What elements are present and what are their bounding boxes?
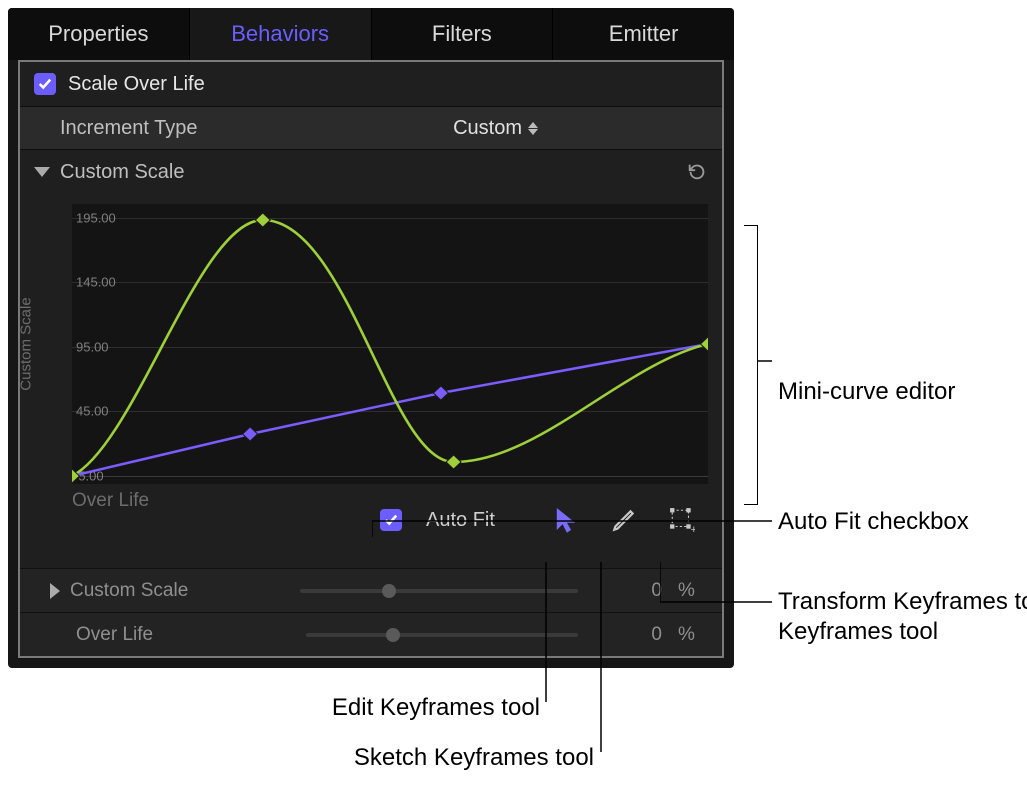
curve-canvas[interactable] <box>72 204 708 484</box>
annotation-transform: Transform Keyframes tool <box>778 588 1027 616</box>
param-value[interactable]: 0 <box>608 580 668 602</box>
reset-icon[interactable] <box>686 161 708 183</box>
param-value[interactable]: 0 <box>608 624 668 646</box>
behavior-title: Scale Over Life <box>68 73 205 96</box>
custom-scale-disclosure-row: Custom Scale <box>20 150 722 194</box>
tab-properties[interactable]: Properties <box>8 8 190 60</box>
disclosure-triangle-icon[interactable] <box>50 583 60 599</box>
annotation-edit: Edit Keyframes tool <box>320 694 540 722</box>
content-area: Scale Over Life Increment Type Custom Cu… <box>18 60 724 658</box>
param-over-life-row: Over Life 0 % <box>20 612 722 656</box>
param-label: Over Life <box>76 624 276 646</box>
increment-type-label: Increment Type <box>60 117 453 140</box>
param-slider[interactable] <box>300 589 578 593</box>
tab-bar: Properties Behaviors Filters Emitter <box>8 8 734 60</box>
tab-filters[interactable]: Filters <box>372 8 554 60</box>
param-slider[interactable] <box>306 633 578 637</box>
annotation-transform-line2: Keyframes tool <box>778 618 938 646</box>
increment-type-value: Custom <box>453 117 522 140</box>
param-custom-scale-row: Custom Scale 0 % <box>20 568 722 612</box>
tab-behaviors[interactable]: Behaviors <box>190 8 372 60</box>
increment-type-row: Increment Type Custom <box>20 106 722 150</box>
increment-type-select[interactable]: Custom <box>453 117 708 140</box>
inspector-panel: Properties Behaviors Filters Emitter Sca… <box>8 8 734 668</box>
behavior-enable-checkbox[interactable] <box>34 73 56 95</box>
callout-bracket <box>744 225 758 505</box>
annotation-sketch: Sketch Keyframes tool <box>330 744 594 772</box>
annotation-mini-curve: Mini-curve editor <box>778 378 955 406</box>
tab-emitter[interactable]: Emitter <box>553 8 734 60</box>
annotation-auto-fit: Auto Fit checkbox <box>778 508 969 536</box>
behavior-header: Scale Over Life <box>20 62 722 106</box>
custom-scale-label: Custom Scale <box>60 161 676 184</box>
curve-y-axis-label: Custom Scale <box>18 297 35 390</box>
param-unit: % <box>678 624 708 646</box>
mini-curve-editor[interactable]: Custom Scale 195.00 145.00 95.00 45.00 -… <box>34 204 708 484</box>
select-stepper-icon <box>528 122 538 135</box>
disclosure-triangle-icon[interactable] <box>34 167 50 177</box>
param-rows: Custom Scale 0 % Over Life 0 % <box>20 568 722 656</box>
param-label: Custom Scale <box>70 580 270 602</box>
check-icon <box>38 77 52 91</box>
